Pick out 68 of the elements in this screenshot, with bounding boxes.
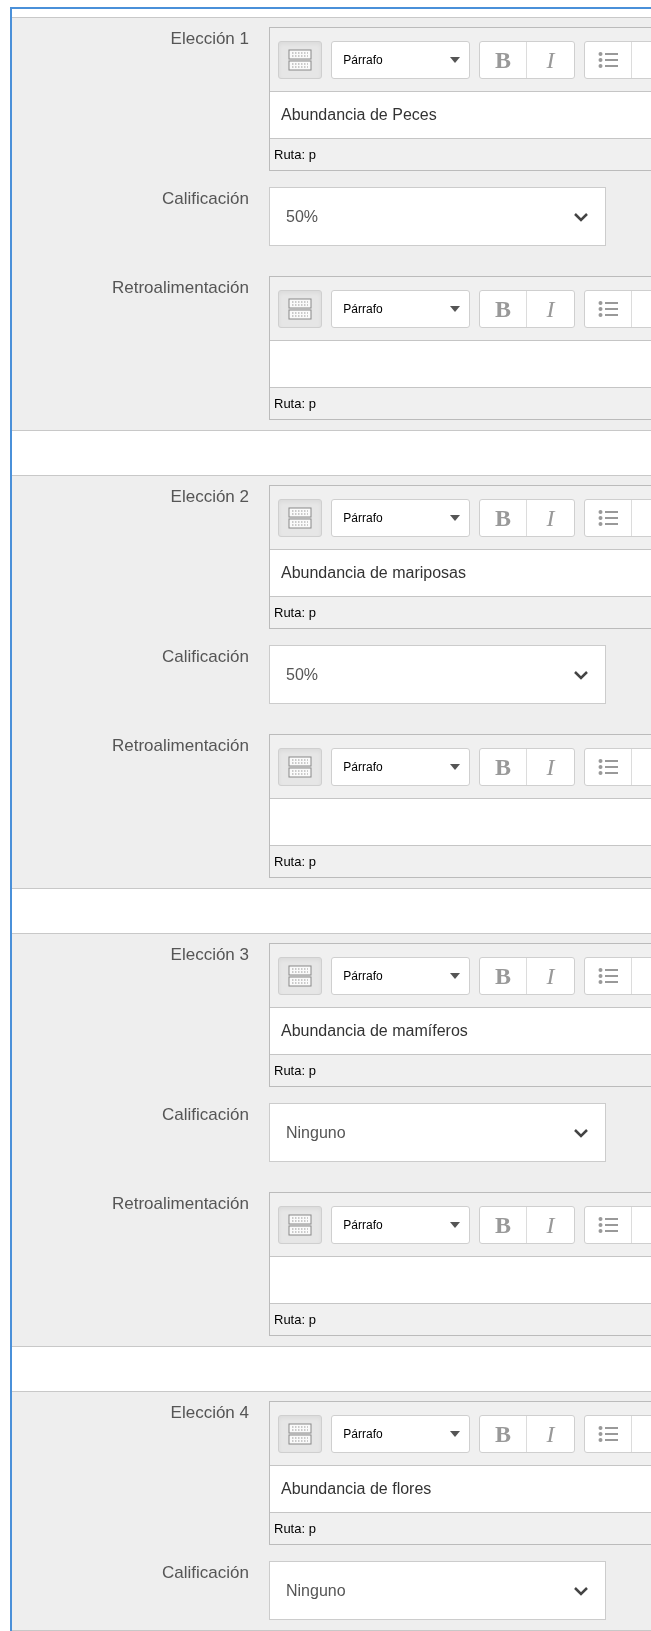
keyboard-icon xyxy=(288,297,313,320)
keyboard-icon xyxy=(288,48,313,71)
field-label: Elección 4 xyxy=(170,1403,249,1422)
editor-content[interactable]: Abundancia de flores xyxy=(270,1466,651,1513)
toolbar-toggle-button[interactable] xyxy=(278,498,323,537)
toolbar-toggle-button[interactable] xyxy=(278,40,323,79)
chevron-down-icon xyxy=(573,1127,589,1138)
bullet-list-icon xyxy=(598,299,618,318)
toolbar-toggle-button[interactable] xyxy=(278,1205,323,1244)
editor-path: Ruta: p xyxy=(273,603,317,622)
toolbar-toggle-button[interactable] xyxy=(278,747,323,786)
caret-icon xyxy=(450,305,460,312)
bullet-list-icon xyxy=(598,757,618,776)
caret-icon xyxy=(450,1430,460,1437)
keyboard-icon xyxy=(288,506,313,529)
format-dropdown[interactable]: Párrafo xyxy=(331,498,470,537)
field-label: Elección 1 xyxy=(170,29,249,48)
field-label: Calificación xyxy=(162,1563,249,1582)
keyboard-icon xyxy=(288,964,313,987)
field-label: Retroalimentación xyxy=(112,1194,249,1213)
grade-select[interactable]: 50% xyxy=(269,187,606,246)
keyboard-icon xyxy=(288,755,313,778)
field-label: Calificación xyxy=(162,1105,249,1124)
bullet-list-icon xyxy=(598,1424,618,1443)
grade-select[interactable]: Ninguno xyxy=(269,1103,606,1162)
field-label: Elección 2 xyxy=(170,487,249,506)
field-label: Elección 3 xyxy=(170,945,249,964)
field-label: Retroalimentación xyxy=(112,736,249,755)
editor-content[interactable] xyxy=(270,799,651,846)
chevron-down-icon xyxy=(573,1585,589,1596)
format-dropdown[interactable]: Párrafo xyxy=(331,289,470,328)
caret-icon xyxy=(450,56,460,63)
bullet-list-icon xyxy=(598,1215,618,1234)
editor-content[interactable]: Abundancia de mariposas xyxy=(270,550,651,597)
editor-path: Ruta: p xyxy=(273,394,317,413)
keyboard-icon xyxy=(288,1422,313,1445)
bullet-list-icon xyxy=(598,508,618,527)
bullet-list-icon xyxy=(598,966,618,985)
editor-path: Ruta: p xyxy=(273,1310,317,1329)
editor-content[interactable]: Abundancia de mamíferos xyxy=(270,1008,651,1055)
field-label: Calificación xyxy=(162,647,249,666)
format-dropdown[interactable]: Párrafo xyxy=(331,1205,470,1244)
caret-icon xyxy=(450,1221,460,1228)
keyboard-icon xyxy=(288,1213,313,1236)
editor-content[interactable] xyxy=(270,1257,651,1304)
caret-icon xyxy=(450,514,460,521)
bullet-list-icon xyxy=(598,50,618,69)
caret-icon xyxy=(450,763,460,770)
format-dropdown[interactable]: Párrafo xyxy=(331,747,470,786)
caret-icon xyxy=(450,972,460,979)
field-label: Calificación xyxy=(162,189,249,208)
toolbar-toggle-button[interactable] xyxy=(278,1414,323,1453)
toolbar-toggle-button[interactable] xyxy=(278,956,323,995)
editor-content[interactable] xyxy=(270,341,651,388)
toolbar-toggle-button[interactable] xyxy=(278,289,323,328)
grade-select[interactable]: 50% xyxy=(269,645,606,704)
editor-path: Ruta: p xyxy=(273,1519,317,1538)
field-label: Retroalimentación xyxy=(112,278,249,297)
chevron-down-icon xyxy=(573,669,589,680)
grade-select[interactable]: Ninguno xyxy=(269,1561,606,1620)
format-dropdown[interactable]: Párrafo xyxy=(331,40,470,79)
format-dropdown[interactable]: Párrafo xyxy=(331,1414,470,1453)
format-dropdown[interactable]: Párrafo xyxy=(331,956,470,995)
chevron-down-icon xyxy=(573,211,589,222)
editor-path: Ruta: p xyxy=(273,145,317,164)
editor-path: Ruta: p xyxy=(273,1061,317,1080)
editor-content[interactable]: Abundancia de Peces xyxy=(270,92,651,139)
editor-path: Ruta: p xyxy=(273,852,317,871)
